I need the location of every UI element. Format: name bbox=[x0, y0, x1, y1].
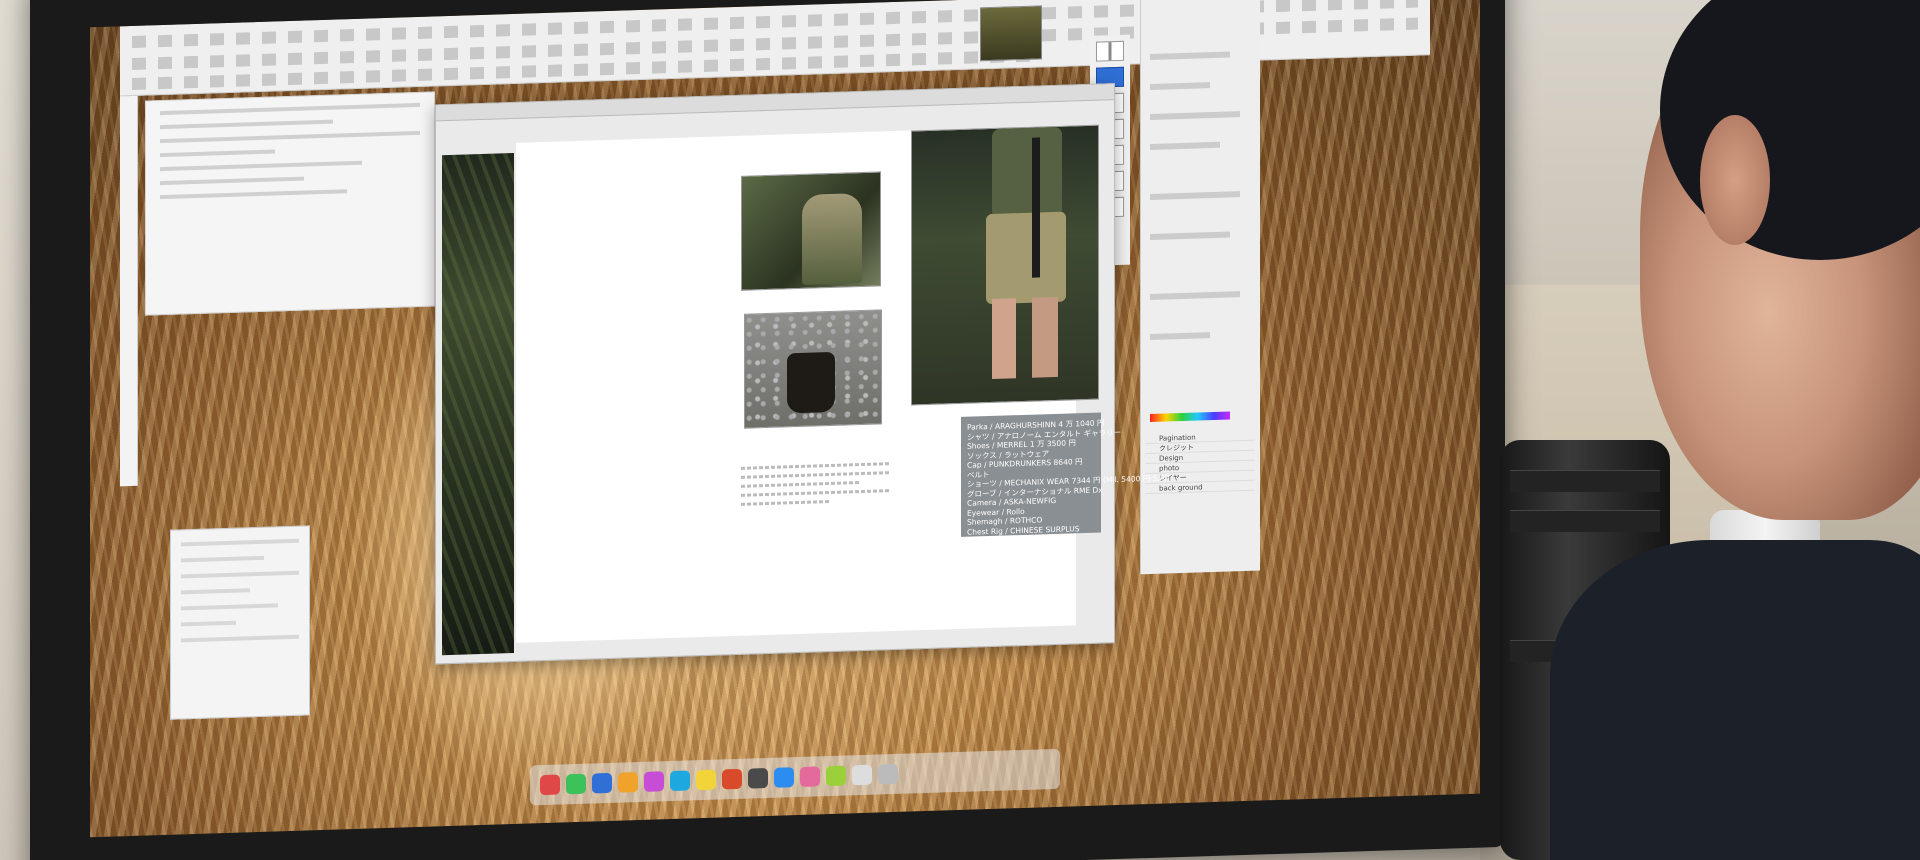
dock-app-icon[interactable] bbox=[592, 772, 612, 794]
dock-app-icon[interactable] bbox=[774, 767, 794, 788]
photo-soldier-field[interactable] bbox=[741, 171, 881, 291]
soldier-figure bbox=[982, 126, 1067, 400]
small-palette[interactable] bbox=[170, 525, 310, 720]
dock-app-icon[interactable] bbox=[852, 764, 872, 786]
photo-scene: Pagination クレジット Design photo レイヤー back … bbox=[0, 0, 1920, 860]
monitor: Pagination クレジット Design photo レイヤー back … bbox=[30, 0, 1505, 860]
dock-app-icon[interactable] bbox=[644, 771, 664, 792]
credits-caption-box[interactable]: Parka / ARAGHURSHINN 4 万 1040 円 シャツ / アナ… bbox=[961, 412, 1170, 546]
person-ear bbox=[1700, 115, 1770, 245]
dock-app-icon[interactable] bbox=[566, 773, 586, 795]
tools-palette[interactable] bbox=[120, 95, 138, 487]
person-body bbox=[1550, 540, 1920, 860]
dock-app-icon[interactable] bbox=[800, 766, 820, 787]
soldier-figure bbox=[802, 193, 862, 285]
layout-page[interactable]: Parka / ARAGHURSHINN 4 万 1040 円 シャツ / アナ… bbox=[516, 124, 1170, 643]
page-thumbnail[interactable] bbox=[1096, 40, 1124, 62]
layer-item[interactable]: back ground bbox=[1145, 480, 1255, 495]
dock-app-icon[interactable] bbox=[540, 774, 560, 796]
layout-document-window[interactable]: Parka / ARAGHURSHINN 4 万 1040 円 シャツ / アナ… bbox=[435, 83, 1170, 665]
photo-boots[interactable] bbox=[744, 309, 882, 429]
dock-app-icon[interactable] bbox=[670, 770, 690, 792]
photo-soldier-standing[interactable] bbox=[911, 124, 1099, 406]
monitor-screen: Pagination クレジット Design photo レイヤー back … bbox=[90, 0, 1480, 838]
swatch-thumbnail[interactable] bbox=[980, 5, 1042, 62]
dock-app-icon[interactable] bbox=[748, 767, 768, 789]
dock-app-icon[interactable] bbox=[878, 763, 898, 785]
dock-app-icon[interactable] bbox=[722, 768, 742, 790]
background-document-window[interactable] bbox=[145, 91, 435, 316]
boot-figure bbox=[787, 351, 835, 414]
dock-app-icon[interactable] bbox=[618, 772, 638, 793]
body-text-block[interactable] bbox=[741, 456, 891, 521]
spread-left-photo[interactable] bbox=[442, 152, 514, 656]
dock-app-icon[interactable] bbox=[696, 769, 716, 791]
dock-app-icon[interactable] bbox=[826, 765, 846, 787]
